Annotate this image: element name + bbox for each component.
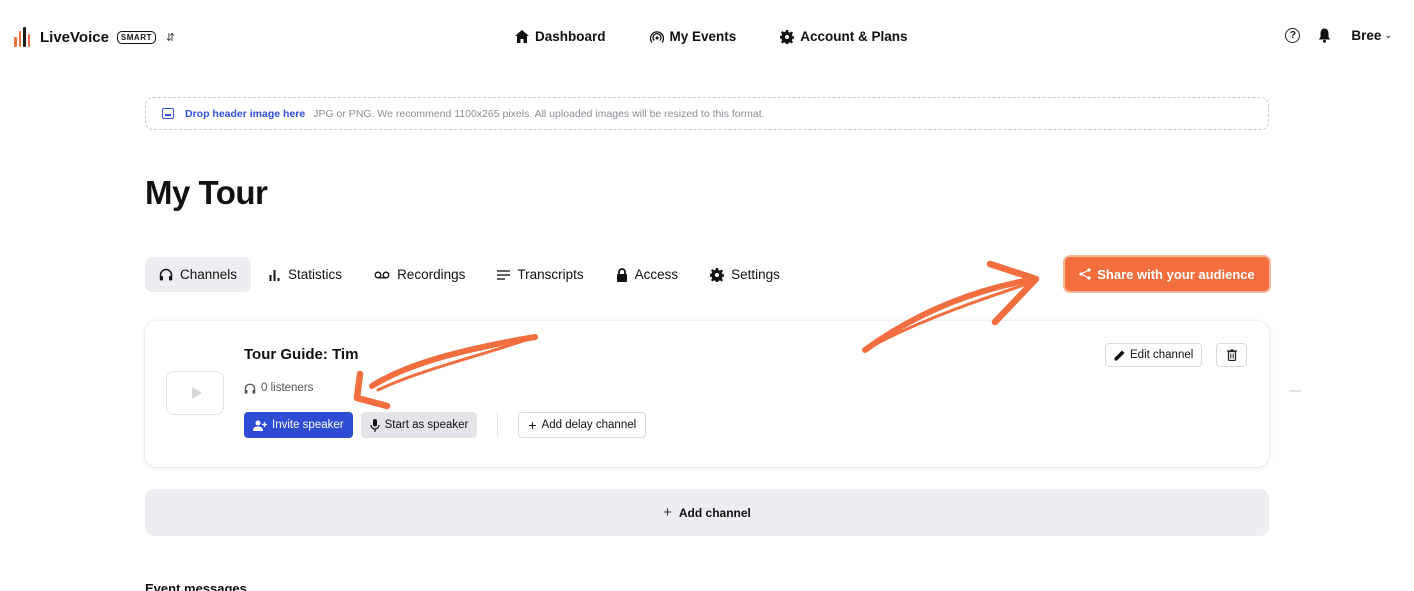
nav-account-plans-label: Account & Plans bbox=[800, 29, 908, 44]
nav-my-events-label: My Events bbox=[669, 29, 737, 44]
bar-chart-icon bbox=[269, 269, 280, 281]
listener-count-text: 0 listeners bbox=[261, 382, 314, 394]
nav-dashboard[interactable]: Dashboard bbox=[515, 29, 606, 44]
tab-statistics-label: Statistics bbox=[288, 267, 343, 282]
lock-icon bbox=[616, 267, 627, 282]
headphones-icon bbox=[244, 383, 256, 394]
share-button-label: Share with your audience bbox=[1097, 266, 1255, 282]
headphones-icon bbox=[159, 268, 173, 281]
tab-recordings[interactable]: Recordings bbox=[360, 257, 479, 292]
channel-card: Tour Guide: Tim 0 listeners Invite speak… bbox=[145, 321, 1269, 467]
dropzone-cta: Drop header image here bbox=[185, 107, 306, 120]
microphone-icon bbox=[370, 418, 380, 432]
page-title: My Tour bbox=[145, 174, 268, 211]
chevron-down-icon: ⌄ bbox=[1384, 30, 1392, 40]
tab-transcripts[interactable]: Transcripts bbox=[483, 257, 597, 292]
tab-statistics[interactable]: Statistics bbox=[255, 257, 356, 292]
event-messages-heading: Event messages bbox=[145, 581, 247, 591]
nav-my-events[interactable]: My Events bbox=[649, 29, 737, 44]
app-logo[interactable]: LiveVoice SMART ⇵ bbox=[14, 27, 175, 47]
tab-transcripts-label: Transcripts bbox=[517, 267, 584, 282]
user-name: Bree bbox=[1351, 28, 1382, 43]
start-as-speaker-label: Start as speaker bbox=[384, 419, 469, 431]
add-channel-button[interactable]: + Add channel bbox=[145, 489, 1269, 536]
nav-account-plans[interactable]: Account & Plans bbox=[780, 29, 908, 44]
tab-settings[interactable]: Settings bbox=[696, 257, 794, 292]
tab-channels-label: Channels bbox=[180, 267, 238, 282]
invite-speaker-button[interactable]: Invite speaker bbox=[244, 412, 353, 438]
start-as-speaker-button[interactable]: Start as speaker bbox=[360, 412, 478, 438]
listener-count: 0 listeners bbox=[244, 382, 313, 394]
gear-icon bbox=[780, 29, 795, 44]
soundwave-logo-icon bbox=[14, 27, 30, 47]
tab-channels[interactable]: Channels bbox=[145, 257, 252, 292]
app-name: LiveVoice bbox=[40, 28, 109, 46]
actions-divider bbox=[497, 412, 499, 438]
tab-access-label: Access bbox=[634, 267, 679, 282]
add-delay-channel-button[interactable]: + Add delay channel bbox=[518, 412, 647, 438]
channel-title: Tour Guide: Tim bbox=[244, 346, 359, 363]
play-button[interactable] bbox=[166, 371, 224, 415]
image-icon bbox=[162, 108, 174, 119]
add-user-icon bbox=[253, 420, 267, 431]
help-icon[interactable]: ? bbox=[1285, 28, 1301, 43]
channel-actions: Invite speaker Start as speaker + Add de… bbox=[244, 412, 647, 438]
edit-channel-button[interactable]: Edit channel bbox=[1105, 343, 1203, 367]
invite-speaker-label: Invite speaker bbox=[272, 419, 344, 431]
pencil-icon bbox=[1114, 350, 1125, 360]
dropzone-hint: JPG or PNG. We recommend 1100x265 pixels… bbox=[313, 107, 765, 120]
delete-channel-button[interactable] bbox=[1216, 343, 1247, 367]
gear-icon bbox=[710, 267, 725, 282]
bell-icon[interactable] bbox=[1318, 28, 1331, 43]
broadcast-icon bbox=[649, 30, 664, 43]
drag-handle-icon[interactable] bbox=[1289, 390, 1301, 392]
main-nav: Dashboard My Events Account & Plans bbox=[515, 29, 908, 44]
nav-dashboard-label: Dashboard bbox=[535, 29, 606, 44]
tab-access[interactable]: Access bbox=[602, 257, 693, 292]
switch-chevron-icon[interactable]: ⇵ bbox=[166, 31, 175, 44]
trash-icon bbox=[1226, 349, 1237, 361]
add-delay-channel-label: Add delay channel bbox=[541, 419, 637, 431]
top-right-controls: ? Bree ⌄ bbox=[1285, 28, 1392, 43]
plus-icon: + bbox=[663, 504, 672, 521]
event-tabs: Channels Statistics Recordings Transcrip… bbox=[145, 257, 794, 292]
play-icon bbox=[191, 387, 202, 399]
voicemail-icon bbox=[374, 271, 390, 278]
add-channel-label: Add channel bbox=[678, 505, 751, 520]
home-icon bbox=[515, 30, 529, 43]
edit-channel-label: Edit channel bbox=[1130, 349, 1194, 361]
user-menu[interactable]: Bree ⌄ bbox=[1351, 28, 1392, 43]
lines-icon bbox=[497, 269, 511, 280]
plus-icon: + bbox=[528, 417, 537, 433]
tab-recordings-label: Recordings bbox=[397, 267, 466, 282]
tab-settings-label: Settings bbox=[731, 267, 780, 282]
share-icon bbox=[1079, 268, 1091, 280]
header-image-dropzone[interactable]: Drop header image here JPG or PNG. We re… bbox=[145, 97, 1269, 130]
top-navigation-bar: LiveVoice SMART ⇵ Dashboard My Events Ac… bbox=[0, 0, 1414, 76]
plan-badge: SMART bbox=[116, 30, 156, 44]
share-with-audience-button[interactable]: Share with your audience bbox=[1063, 255, 1271, 293]
